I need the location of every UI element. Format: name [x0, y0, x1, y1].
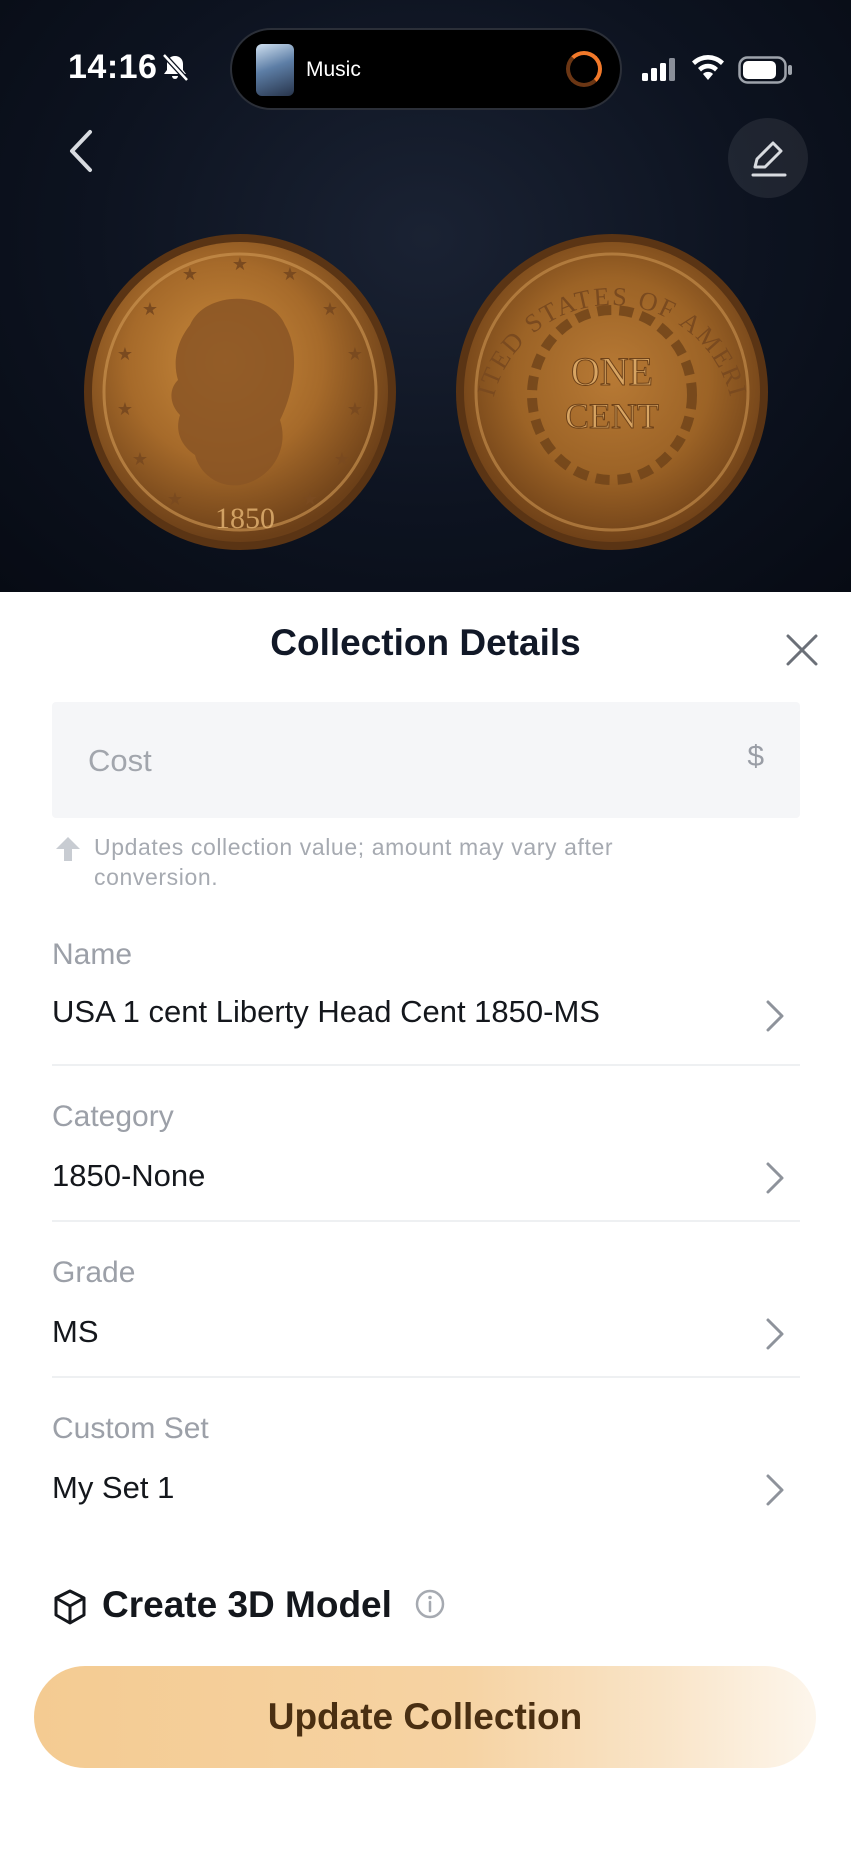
- obverse-year-text: 1850: [215, 502, 275, 535]
- wifi-icon: [692, 55, 724, 80]
- arrow-up-icon: [56, 837, 80, 861]
- svg-text:★: ★: [182, 264, 198, 284]
- svg-text:★: ★: [282, 264, 298, 284]
- svg-text:★: ★: [334, 449, 350, 469]
- back-button[interactable]: [50, 120, 112, 182]
- info-icon[interactable]: [414, 1588, 446, 1620]
- divider: [52, 1376, 800, 1378]
- category-value: 1850-None: [52, 1158, 206, 1193]
- svg-text:★: ★: [232, 254, 248, 274]
- album-art-thumbnail: [256, 44, 294, 96]
- cube-icon: [54, 1589, 86, 1625]
- grade-row[interactable]: Grade MS: [52, 1256, 800, 1366]
- update-collection-button[interactable]: Update Collection: [34, 1666, 816, 1768]
- status-bar: 14:16 Music: [0, 0, 851, 110]
- name-row[interactable]: Name USA 1 cent Liberty Head Cent 1850-M…: [52, 938, 800, 1048]
- status-time: 14:16: [68, 48, 158, 86]
- custom-set-row[interactable]: Custom Set My Set 1: [52, 1412, 800, 1522]
- pencil-edit-icon: [751, 141, 787, 177]
- chevron-left-icon: [70, 130, 92, 172]
- update-collection-label: Update Collection: [267, 1696, 583, 1737]
- svg-text:★: ★: [302, 489, 318, 509]
- chevron-right-icon: [766, 1162, 784, 1194]
- svg-text:★: ★: [347, 399, 363, 419]
- svg-text:★: ★: [167, 489, 183, 509]
- svg-text:★: ★: [142, 299, 158, 319]
- close-x-icon[interactable]: [780, 628, 824, 672]
- name-label: Name: [52, 938, 133, 971]
- svg-text:★: ★: [322, 299, 338, 319]
- grade-value: MS: [52, 1314, 99, 1349]
- grade-label: Grade: [52, 1256, 136, 1289]
- cost-input[interactable]: [86, 732, 690, 790]
- reverse-center-line2: CENT: [565, 396, 659, 436]
- coin-reverse-image[interactable]: UNITED STATES OF AMERICA ONE CENT: [452, 230, 772, 555]
- collection-details-sheet: Collection Details $ Updates collection …: [0, 592, 851, 1849]
- cost-field[interactable]: $: [52, 702, 800, 818]
- coin-obverse-image[interactable]: ★ ★ ★ ★ ★ ★ ★ ★ ★ ★ ★ ★ ★ 1850: [80, 230, 400, 555]
- bell-slash-icon: [162, 53, 189, 82]
- now-playing-label: Music: [306, 58, 361, 81]
- cellular-signal-icon: [642, 58, 675, 81]
- divider: [52, 1220, 800, 1222]
- svg-text:★: ★: [347, 344, 363, 364]
- battery-icon: [738, 56, 792, 84]
- sheet-title: Collection Details: [270, 622, 581, 663]
- chevron-right-icon: [766, 1318, 784, 1350]
- chevron-right-icon: [766, 1474, 784, 1506]
- create-3d-model-label: Create 3D Model: [102, 1584, 392, 1625]
- playback-progress-ring-icon: [566, 51, 602, 87]
- chevron-right-icon: [766, 1000, 784, 1032]
- edit-button[interactable]: [728, 118, 808, 198]
- custom-set-value: My Set 1: [52, 1470, 175, 1505]
- svg-text:★: ★: [117, 399, 133, 419]
- currency-symbol: $: [747, 740, 764, 773]
- reverse-center-line1: ONE: [571, 349, 653, 394]
- cost-hint-text: Updates collection value; amount may var…: [94, 834, 614, 890]
- custom-set-label: Custom Set: [52, 1412, 209, 1445]
- category-row[interactable]: Category 1850-None: [52, 1100, 800, 1210]
- coin-image-header: 14:16 Music ★ ★ ★ ★ ★ ★ ★ ★ ★ ★ ★ ★ ★ 18…: [0, 0, 851, 592]
- dynamic-island-now-playing[interactable]: Music: [230, 28, 622, 110]
- divider: [52, 1064, 800, 1066]
- category-label: Category: [52, 1100, 174, 1133]
- svg-text:★: ★: [117, 344, 133, 364]
- svg-text:★: ★: [132, 449, 148, 469]
- name-value: USA 1 cent Liberty Head Cent 1850-MS: [52, 994, 600, 1029]
